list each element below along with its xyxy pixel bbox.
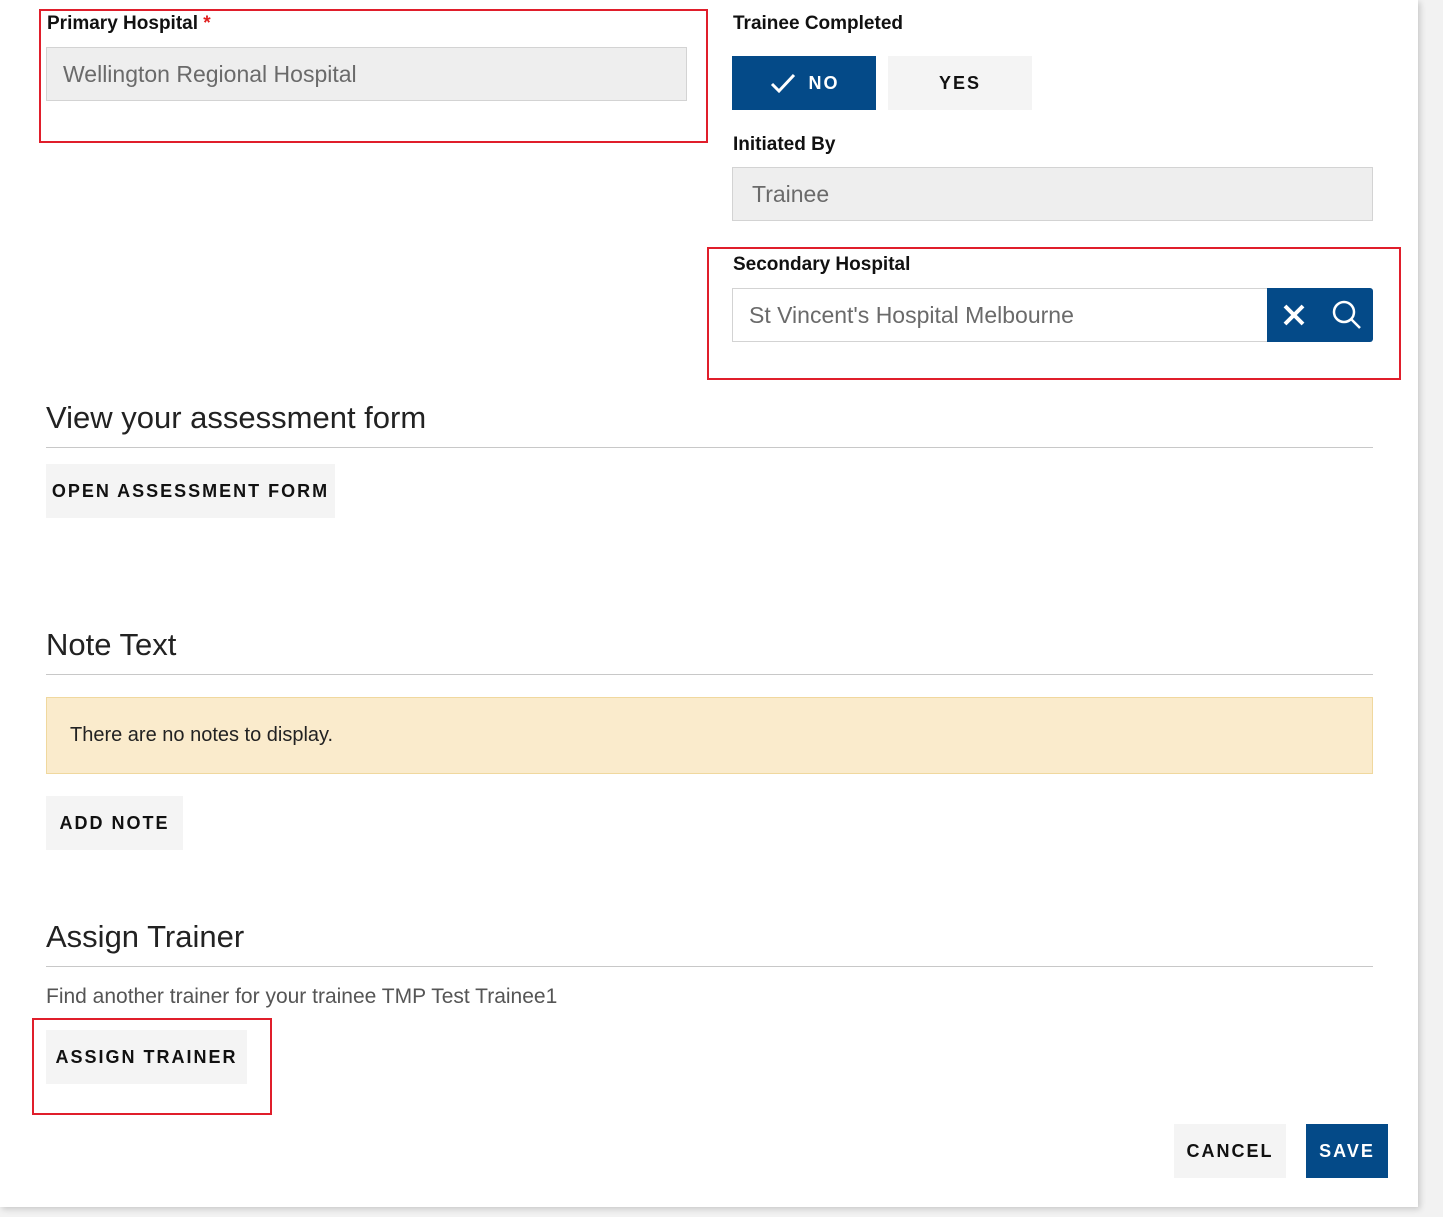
secondary-hospital-input[interactable]: St Vincent's Hospital Melbourne: [732, 288, 1269, 342]
cancel-label: CANCEL: [1186, 1140, 1274, 1161]
form-panel: Primary Hospital * Wellington Regional H…: [0, 0, 1418, 1207]
search-button[interactable]: [1322, 288, 1372, 342]
initiated-by-field[interactable]: Trainee: [732, 167, 1373, 221]
primary-hospital-label-text: Primary Hospital: [47, 13, 198, 34]
required-marker: *: [203, 13, 211, 34]
search-icon: [1332, 300, 1361, 329]
assign-trainer-description: Find another trainer for your trainee TM…: [46, 985, 558, 1008]
primary-hospital-field[interactable]: Wellington Regional Hospital: [46, 47, 687, 101]
add-note-label: ADD NOTE: [59, 812, 170, 833]
assessment-section-title: View your assessment form: [46, 400, 427, 435]
close-icon: [1283, 304, 1304, 326]
initiated-by-value: Trainee: [752, 180, 830, 207]
secondary-hospital-actions: [1267, 288, 1373, 342]
assign-trainer-label: ASSIGN TRAINER: [55, 1046, 238, 1067]
add-note-button[interactable]: ADD NOTE: [46, 796, 183, 850]
open-assessment-form-button[interactable]: OPEN ASSESSMENT FORM: [46, 464, 335, 518]
secondary-hospital-value: St Vincent's Hospital Melbourne: [749, 301, 1074, 328]
secondary-hospital-label: Secondary Hospital: [733, 254, 911, 275]
no-notes-message: There are no notes to display.: [70, 724, 334, 746]
trainee-completed-yes-button[interactable]: YES: [888, 56, 1032, 110]
notes-divider: [46, 674, 1373, 675]
save-button[interactable]: SAVE: [1306, 1124, 1388, 1178]
cancel-button[interactable]: CANCEL: [1174, 1124, 1286, 1178]
clear-button[interactable]: [1269, 288, 1319, 342]
no-label: NO: [808, 72, 840, 93]
assessment-divider: [46, 447, 1373, 448]
assign-trainer-button[interactable]: ASSIGN TRAINER: [46, 1030, 247, 1084]
assign-trainer-section-title: Assign Trainer: [46, 919, 245, 954]
assign-trainer-divider: [46, 966, 1373, 967]
initiated-by-label: Initiated By: [733, 134, 836, 155]
trainee-completed-label: Trainee Completed: [733, 13, 903, 34]
yes-label: YES: [938, 72, 982, 93]
primary-hospital-label: Primary Hospital *: [47, 13, 211, 35]
no-notes-alert: There are no notes to display.: [46, 697, 1373, 774]
open-assessment-form-label: OPEN ASSESSMENT FORM: [51, 480, 330, 501]
notes-section-title: Note Text: [46, 627, 177, 662]
trainee-completed-no-button[interactable]: NO: [732, 56, 876, 110]
checkmark-icon: [770, 73, 795, 94]
save-label: SAVE: [1319, 1140, 1375, 1161]
primary-hospital-value: Wellington Regional Hospital: [63, 60, 357, 87]
